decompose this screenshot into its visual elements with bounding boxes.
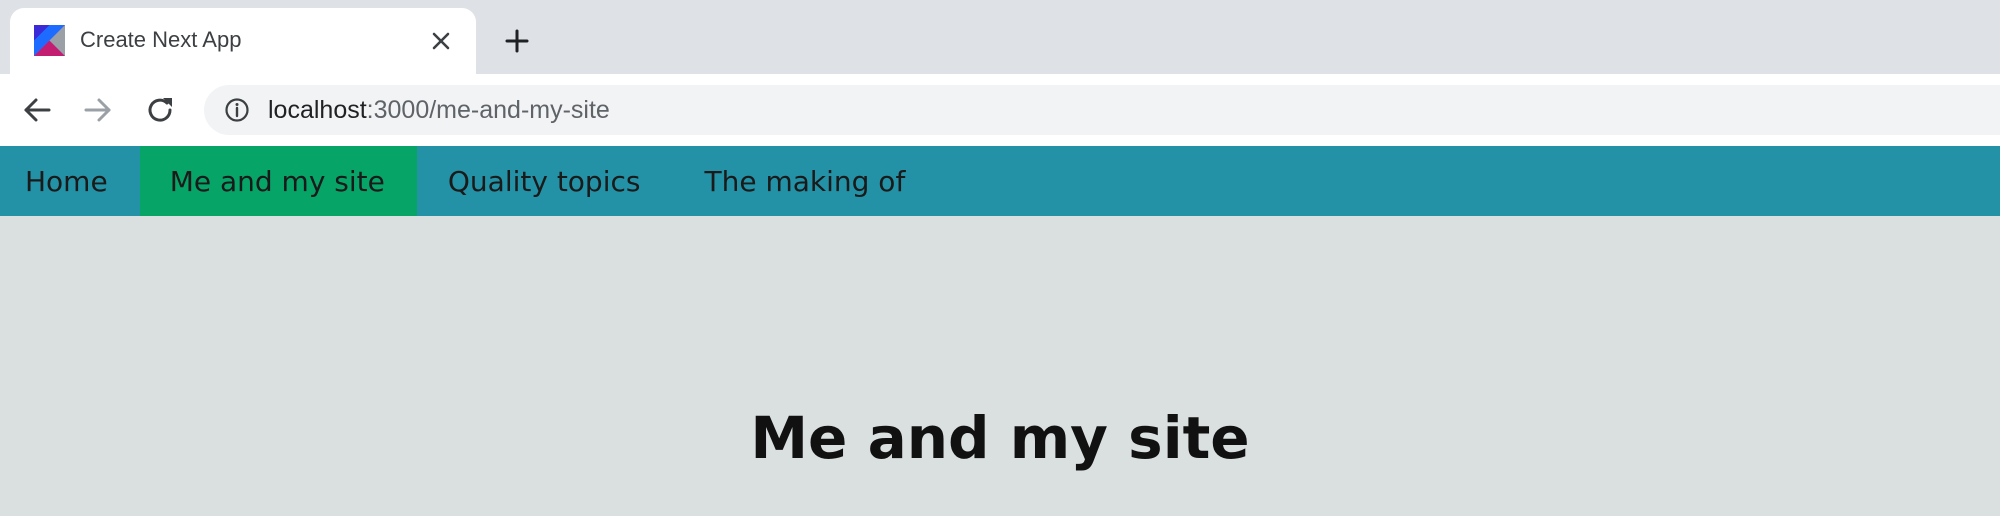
arrow-right-icon[interactable] (81, 93, 115, 127)
close-icon[interactable] (428, 28, 454, 54)
address-bar[interactable]: localhost:3000/me-and-my-site (204, 85, 2000, 135)
arrow-left-icon[interactable] (20, 93, 54, 127)
url-path: :3000/me-and-my-site (366, 96, 610, 124)
url-text[interactable]: localhost:3000/me-and-my-site (268, 96, 610, 125)
tab-title: Create Next App (80, 27, 242, 52)
nav-item-home[interactable]: Home (0, 146, 140, 216)
kotlin-logo-icon (34, 25, 65, 56)
plus-icon[interactable] (502, 26, 532, 56)
nav-item-the-making-of[interactable]: The making of (672, 146, 937, 216)
browser-tab-strip: Create Next App (0, 0, 2000, 74)
url-host: localhost (268, 96, 367, 124)
reload-icon[interactable] (143, 93, 177, 127)
site-nav: Home Me and my site Quality topics The m… (0, 146, 2000, 216)
browser-tab[interactable]: Create Next App (10, 8, 476, 74)
info-icon[interactable] (224, 97, 250, 123)
nav-item-quality-topics[interactable]: Quality topics (417, 146, 673, 216)
main-content: Me and my site (0, 216, 2000, 516)
browser-toolbar: localhost:3000/me-and-my-site (0, 74, 2000, 146)
page-title: Me and my site (750, 404, 1250, 472)
nav-item-me-and-my-site[interactable]: Me and my site (139, 146, 417, 216)
